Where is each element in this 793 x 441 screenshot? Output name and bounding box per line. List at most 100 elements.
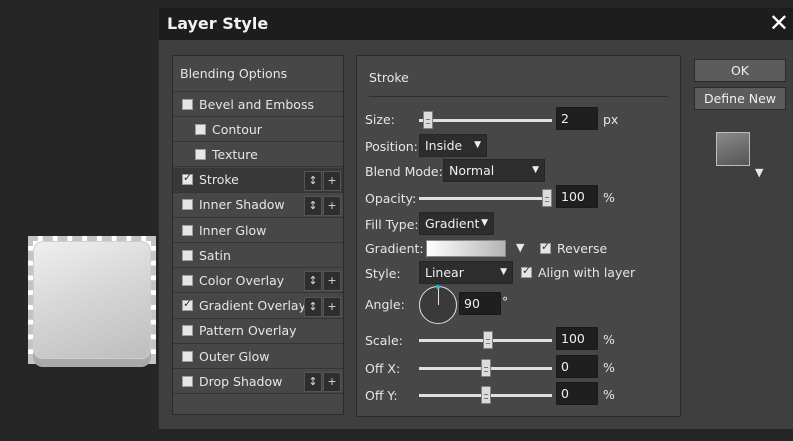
add-icon[interactable]: + <box>323 271 341 292</box>
size-slider-thumb[interactable] <box>422 111 433 129</box>
reverse-check-icon[interactable] <box>540 240 551 254</box>
list-item[interactable]: Color Overlay ↕ + <box>173 268 343 294</box>
effect-actions: ↕ + <box>304 170 341 191</box>
effect-checkbox[interactable] <box>182 199 193 211</box>
effect-checkbox[interactable] <box>195 148 206 160</box>
scale-input[interactable]: 100 <box>556 327 598 350</box>
effects-list: Blending Options Bevel and Emboss Contour… <box>172 55 344 415</box>
gradient-swatch[interactable] <box>426 240 506 257</box>
gradient-picker-caret-icon[interactable]: ▼ <box>516 241 524 254</box>
effect-label: Gradient Overlay <box>199 298 306 314</box>
style-label: Style: <box>365 266 401 281</box>
effect-actions: ↕ + <box>304 296 341 317</box>
dialog-title: Layer Style <box>167 14 269 33</box>
size-input[interactable]: 2 <box>556 107 598 130</box>
list-item[interactable]: Pattern Overlay <box>173 319 343 344</box>
effect-checkbox[interactable] <box>182 274 193 286</box>
blend-mode-label: Blend Mode: <box>365 164 443 179</box>
style-preview-swatch <box>716 132 750 166</box>
opacity-input[interactable]: 100 <box>556 185 598 208</box>
effect-checkbox[interactable] <box>182 297 193 312</box>
effect-actions: ↕ + <box>304 195 341 216</box>
angle-dial[interactable] <box>419 285 457 324</box>
list-item[interactable]: Contour <box>173 117 343 143</box>
effect-checkbox[interactable] <box>195 123 206 135</box>
reverse-label: Reverse <box>557 241 608 256</box>
effect-checkbox[interactable] <box>182 224 193 236</box>
layer-tile-graphic <box>33 241 151 359</box>
effect-checkbox[interactable] <box>182 375 193 387</box>
align-with-layer-label: Align with layer <box>538 265 636 280</box>
reorder-icon[interactable]: ↕ <box>304 170 322 191</box>
opacity-slider-track[interactable] <box>419 197 552 200</box>
opacity-unit: % <box>603 190 615 205</box>
effect-checkbox[interactable] <box>182 171 193 186</box>
list-item[interactable]: Inner Glow <box>173 218 343 243</box>
fill-type-value: Gradient <box>425 216 480 231</box>
effect-checkbox[interactable] <box>182 98 193 110</box>
off-x-slider-thumb[interactable] <box>480 359 491 377</box>
add-icon[interactable]: + <box>323 296 341 317</box>
list-item[interactable]: Outer Glow <box>173 344 343 369</box>
fill-type-label: Fill Type: <box>365 217 419 232</box>
style-select[interactable]: Linear ▼ <box>419 261 513 284</box>
section-divider <box>369 96 668 97</box>
list-item[interactable]: Satin <box>173 243 343 269</box>
position-value: Inside <box>425 138 463 153</box>
chevron-down-icon: ▼ <box>481 218 488 228</box>
angle-unit: ° <box>502 294 509 309</box>
ok-button[interactable]: OK <box>694 59 786 82</box>
add-icon[interactable]: + <box>323 170 341 191</box>
reorder-icon[interactable]: ↕ <box>304 195 322 216</box>
add-icon[interactable]: + <box>323 195 341 216</box>
close-icon[interactable]: ✕ <box>769 9 789 37</box>
blending-options-label: Blending Options <box>180 66 288 81</box>
effect-label: Outer Glow <box>199 348 270 364</box>
reorder-icon[interactable]: ↕ <box>304 372 322 393</box>
off-y-slider-thumb[interactable] <box>480 386 491 404</box>
effect-actions: ↕ + <box>304 372 341 393</box>
effect-label: Texture <box>212 146 258 162</box>
off-x-input[interactable]: 0 <box>556 355 598 378</box>
add-icon[interactable]: + <box>323 372 341 393</box>
layer-style-dialog: Layer Style ✕ Blending Options Bevel and… <box>158 8 793 429</box>
list-item[interactable]: Inner Shadow ↕ + <box>173 193 343 218</box>
style-value: Linear <box>425 265 464 280</box>
align-with-layer-checkbox[interactable]: Align with layer <box>521 264 636 280</box>
effect-label: Inner Shadow <box>199 197 285 213</box>
define-new-button[interactable]: Define New <box>694 87 786 110</box>
effect-label: Drop Shadow <box>199 373 283 389</box>
effect-checkbox[interactable] <box>182 350 193 362</box>
align-check-icon[interactable] <box>521 264 532 278</box>
effect-actions: ↕ + <box>304 271 341 292</box>
size-label: Size: <box>365 112 395 127</box>
off-y-input[interactable]: 0 <box>556 382 598 405</box>
fill-type-select[interactable]: Gradient ▼ <box>419 212 494 235</box>
list-item[interactable]: Bevel and Emboss <box>173 92 343 117</box>
angle-handle-icon[interactable] <box>436 285 440 289</box>
list-item[interactable]: Gradient Overlay↕+ <box>173 294 343 319</box>
list-item[interactable]: Texture <box>173 142 343 168</box>
effect-label: Stroke <box>199 172 239 188</box>
effect-checkbox[interactable] <box>182 325 193 337</box>
angle-input[interactable]: 90 <box>459 292 501 315</box>
opacity-slider-thumb[interactable] <box>542 189 552 207</box>
dialog-titlebar[interactable]: Layer Style ✕ <box>159 8 793 40</box>
reorder-icon[interactable]: ↕ <box>304 296 322 317</box>
blend-mode-select[interactable]: Normal ▼ <box>443 159 545 182</box>
list-item[interactable]: Stroke ↕+ <box>173 167 343 193</box>
list-item[interactable]: Drop Shadow ↕ + <box>173 369 343 395</box>
opacity-label: Opacity: <box>365 191 417 206</box>
effect-checkbox[interactable] <box>182 249 193 261</box>
reorder-icon[interactable]: ↕ <box>304 271 322 292</box>
preview-caret-icon[interactable]: ▼ <box>755 166 763 179</box>
effect-label: Contour <box>212 121 262 137</box>
size-unit: px <box>603 112 619 127</box>
size-slider-track[interactable] <box>419 119 552 122</box>
stroke-settings-panel: Stroke Size: 2 px Position: Inside ▼ Ble… <box>356 55 681 417</box>
off-x-unit: % <box>603 360 615 375</box>
blending-options-item[interactable]: Blending Options <box>173 56 343 92</box>
scale-slider-thumb[interactable] <box>482 331 493 349</box>
position-select[interactable]: Inside ▼ <box>419 134 487 157</box>
reverse-checkbox[interactable]: Reverse <box>540 240 608 256</box>
